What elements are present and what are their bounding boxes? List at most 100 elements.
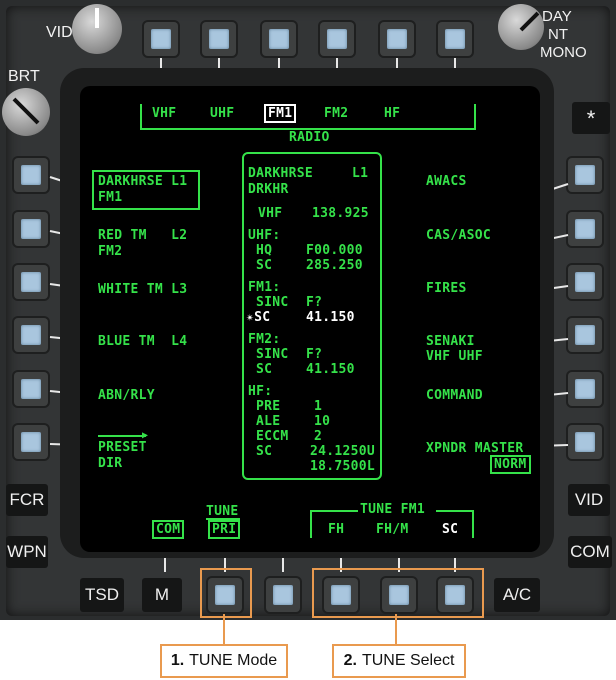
mode-knob[interactable] <box>498 4 544 50</box>
vid-knob[interactable] <box>72 4 122 54</box>
center-hf-label: HF: <box>248 384 273 399</box>
bottom-com[interactable]: COM <box>152 520 185 539</box>
r6-xpndr-status: NORM <box>490 455 531 474</box>
center-hf-sc-value-lower: 18.7500L <box>310 459 376 474</box>
top-bar-right-tick <box>474 104 476 130</box>
center-hf-ale-label: ALE <box>256 414 281 429</box>
center-hf-eccm-label: ECCM <box>256 429 289 444</box>
tune-fm1-right-tick <box>472 510 474 538</box>
center-vhf-freq: 138.925 <box>312 206 369 221</box>
mode-knob-nt: NT <box>548 26 568 43</box>
asterisk-button[interactable]: * <box>572 102 610 134</box>
mfd-screen: VHF UHF FM1 FM2 HF RADIO DARKHRSE L1 FM1… <box>80 86 540 552</box>
l6-preset[interactable]: PRESET <box>98 440 147 455</box>
left-button-l6[interactable] <box>14 425 48 459</box>
tune-fm1-right-line <box>436 510 474 512</box>
top-button-t2[interactable] <box>202 22 236 56</box>
bottom-fhm[interactable]: FH/M <box>376 522 409 537</box>
tab-fm1[interactable]: FM1 <box>264 104 297 123</box>
r4-senaki-radios[interactable]: VHF UHF <box>426 349 483 364</box>
center-fm2-sinc-value: F? <box>306 347 323 362</box>
r3-fires[interactable]: FIRES <box>426 281 467 296</box>
preset-arrow-line <box>98 435 146 437</box>
center-fm2-sinc-label: SINC <box>256 347 289 362</box>
right-button-r3[interactable] <box>568 265 602 299</box>
bottom-button-b2[interactable] <box>266 578 300 612</box>
top-bar-left-tick <box>140 104 142 130</box>
l3-net-name[interactable]: WHITE TM L3 <box>98 282 187 297</box>
center-fm1-sinc-label: SINC <box>256 295 289 310</box>
mode-knob-day: DAY <box>542 8 572 25</box>
tune-select-callout-line <box>395 614 397 646</box>
tsd-button[interactable]: TSD <box>80 578 124 612</box>
vid-button[interactable]: VID <box>568 484 610 516</box>
center-hf-sc-label: SC <box>256 444 273 459</box>
r2-cas-asoc[interactable]: CAS/ASOC <box>426 228 491 243</box>
center-uhf-sc-label: SC <box>256 258 273 273</box>
tune-select-callout-number: 2. <box>343 652 357 669</box>
tune-fm1-left-line <box>310 510 358 512</box>
top-button-t4[interactable] <box>320 22 354 56</box>
bottom-fh[interactable]: FH <box>328 522 344 537</box>
tune-mode-callout-text: TUNE Mode <box>189 652 278 669</box>
center-hf-sc-value-upper: 24.1250U <box>310 444 376 459</box>
tab-fm2[interactable]: FM2 <box>324 106 348 121</box>
wpn-button[interactable]: WPN <box>6 536 48 568</box>
fcr-button[interactable]: FCR <box>6 484 48 516</box>
top-button-t6[interactable] <box>438 22 472 56</box>
r1-awacs[interactable]: AWACS <box>426 174 467 189</box>
center-net-short: DRKHR <box>248 182 289 197</box>
brt-knob-indicator <box>12 97 40 125</box>
center-fm2-label: FM2: <box>248 332 281 347</box>
l1-net-radio[interactable]: FM1 <box>98 190 122 205</box>
tune-mode-highlight-frame <box>200 568 252 618</box>
center-fm1-label: FM1: <box>248 280 281 295</box>
center-net-name: DARKHRSE <box>248 166 314 181</box>
right-button-r2[interactable] <box>568 212 602 246</box>
center-hf-pre-value: 1 <box>314 399 323 414</box>
right-button-r5[interactable] <box>568 372 602 406</box>
tab-vhf[interactable]: VHF <box>152 106 176 121</box>
ac-button[interactable]: A/C <box>494 578 540 612</box>
center-fm1-sc-value: 41.150 <box>306 310 355 325</box>
right-button-r6[interactable] <box>568 425 602 459</box>
center-fm2-sc-label: SC <box>256 362 273 377</box>
center-uhf-label: UHF: <box>248 228 281 243</box>
bottom-sc[interactable]: SC <box>442 522 458 537</box>
mode-knob-mono: MONO <box>540 44 587 61</box>
left-button-l3[interactable] <box>14 265 48 299</box>
l2-net-radio[interactable]: FM2 <box>98 244 122 259</box>
center-uhf-sc-value: 285.250 <box>306 258 363 273</box>
left-button-l2[interactable] <box>14 212 48 246</box>
vid-knob-indicator <box>95 8 99 28</box>
tab-uhf[interactable]: UHF <box>210 106 234 121</box>
l1-net-name[interactable]: DARKHRSE L1 <box>98 174 187 189</box>
l4-net-name[interactable]: BLUE TM L4 <box>98 334 187 349</box>
top-button-t1[interactable] <box>144 22 178 56</box>
m-button[interactable]: M <box>142 578 182 612</box>
mode-knob-indicator <box>519 11 540 32</box>
right-button-r1[interactable] <box>568 158 602 192</box>
tune-select-callout-text: TUNE Select <box>361 652 455 669</box>
tune-mode-callout: 1. TUNE Mode <box>160 644 288 678</box>
left-button-l1[interactable] <box>14 158 48 192</box>
right-button-r4[interactable] <box>568 318 602 352</box>
com-button[interactable]: COM <box>568 536 612 568</box>
top-button-t5[interactable] <box>380 22 414 56</box>
l6-dir[interactable]: DIR <box>98 456 122 471</box>
l2-net-name[interactable]: RED TM L2 <box>98 228 187 243</box>
tune-select-highlight-frame <box>312 568 484 618</box>
brt-knob[interactable] <box>2 88 50 136</box>
r6-xpndr-master[interactable]: XPNDR MASTER <box>426 441 524 456</box>
left-button-l4[interactable] <box>14 318 48 352</box>
r5-command[interactable]: COMMAND <box>426 388 483 403</box>
tab-hf[interactable]: HF <box>384 106 400 121</box>
center-fm2-sc-value: 41.150 <box>306 362 355 377</box>
r4-senaki[interactable]: SENAKI <box>426 334 475 349</box>
page-title: RADIO <box>286 130 333 145</box>
l5-abn-rly[interactable]: ABN/RLY <box>98 388 155 403</box>
bottom-tune-pri[interactable]: PRI <box>208 520 241 539</box>
left-button-l5[interactable] <box>14 372 48 406</box>
tune-select-callout: 2. TUNE Select <box>332 644 466 678</box>
top-button-t3[interactable] <box>262 22 296 56</box>
